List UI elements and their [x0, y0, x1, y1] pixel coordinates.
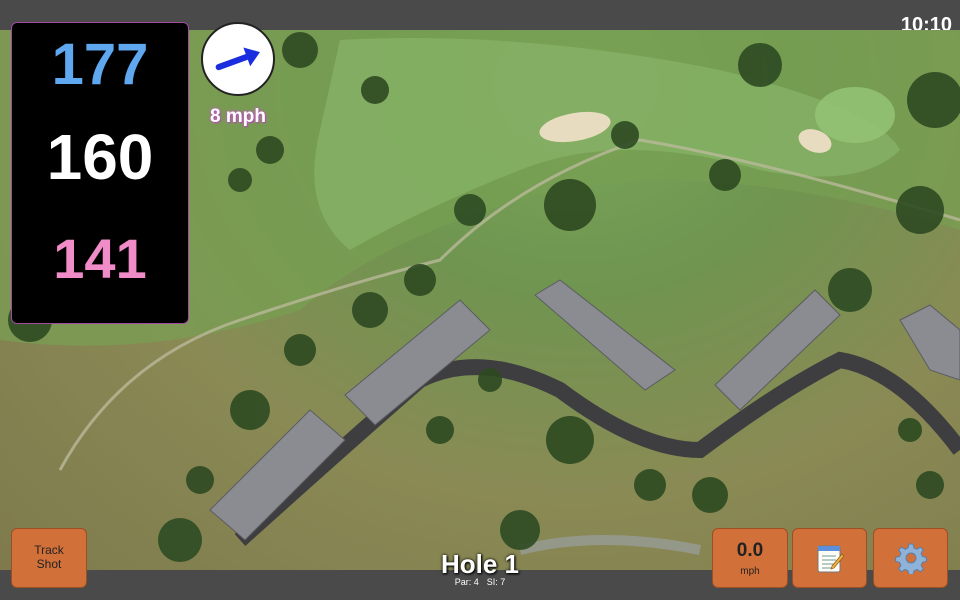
notepad-icon [817, 545, 844, 573]
wind-speed-label: 8 mph [210, 106, 266, 127]
arrow-right-icon [215, 47, 260, 71]
gear-icon [894, 543, 927, 574]
track-shot-label-line1: Track [34, 543, 64, 558]
track-shot-button[interactable]: Track Shot [11, 528, 87, 588]
settings-button[interactable] [873, 528, 948, 588]
wind-direction-dial [201, 22, 275, 96]
wind-speed-button[interactable]: 0.0 mph [712, 528, 788, 588]
hole-stroke-index: SI: 7 [486, 577, 506, 587]
center-yardage: 160 [46, 121, 154, 193]
wind-button-value: 0.0 [736, 539, 764, 561]
notes-button[interactable] [792, 528, 867, 588]
back-yardage: 177 [51, 32, 149, 97]
hole-title: Hole 1 [440, 549, 520, 579]
track-shot-label-line2: Shot [36, 557, 62, 571]
hole-info: Par: 4 SI: 7 [380, 577, 580, 587]
wind-button-unit: mph [740, 565, 760, 577]
yardage-panel: 177 160 141 [11, 22, 189, 324]
front-yardage: 141 [53, 227, 147, 290]
hole-par: Par: 4 [454, 577, 479, 587]
